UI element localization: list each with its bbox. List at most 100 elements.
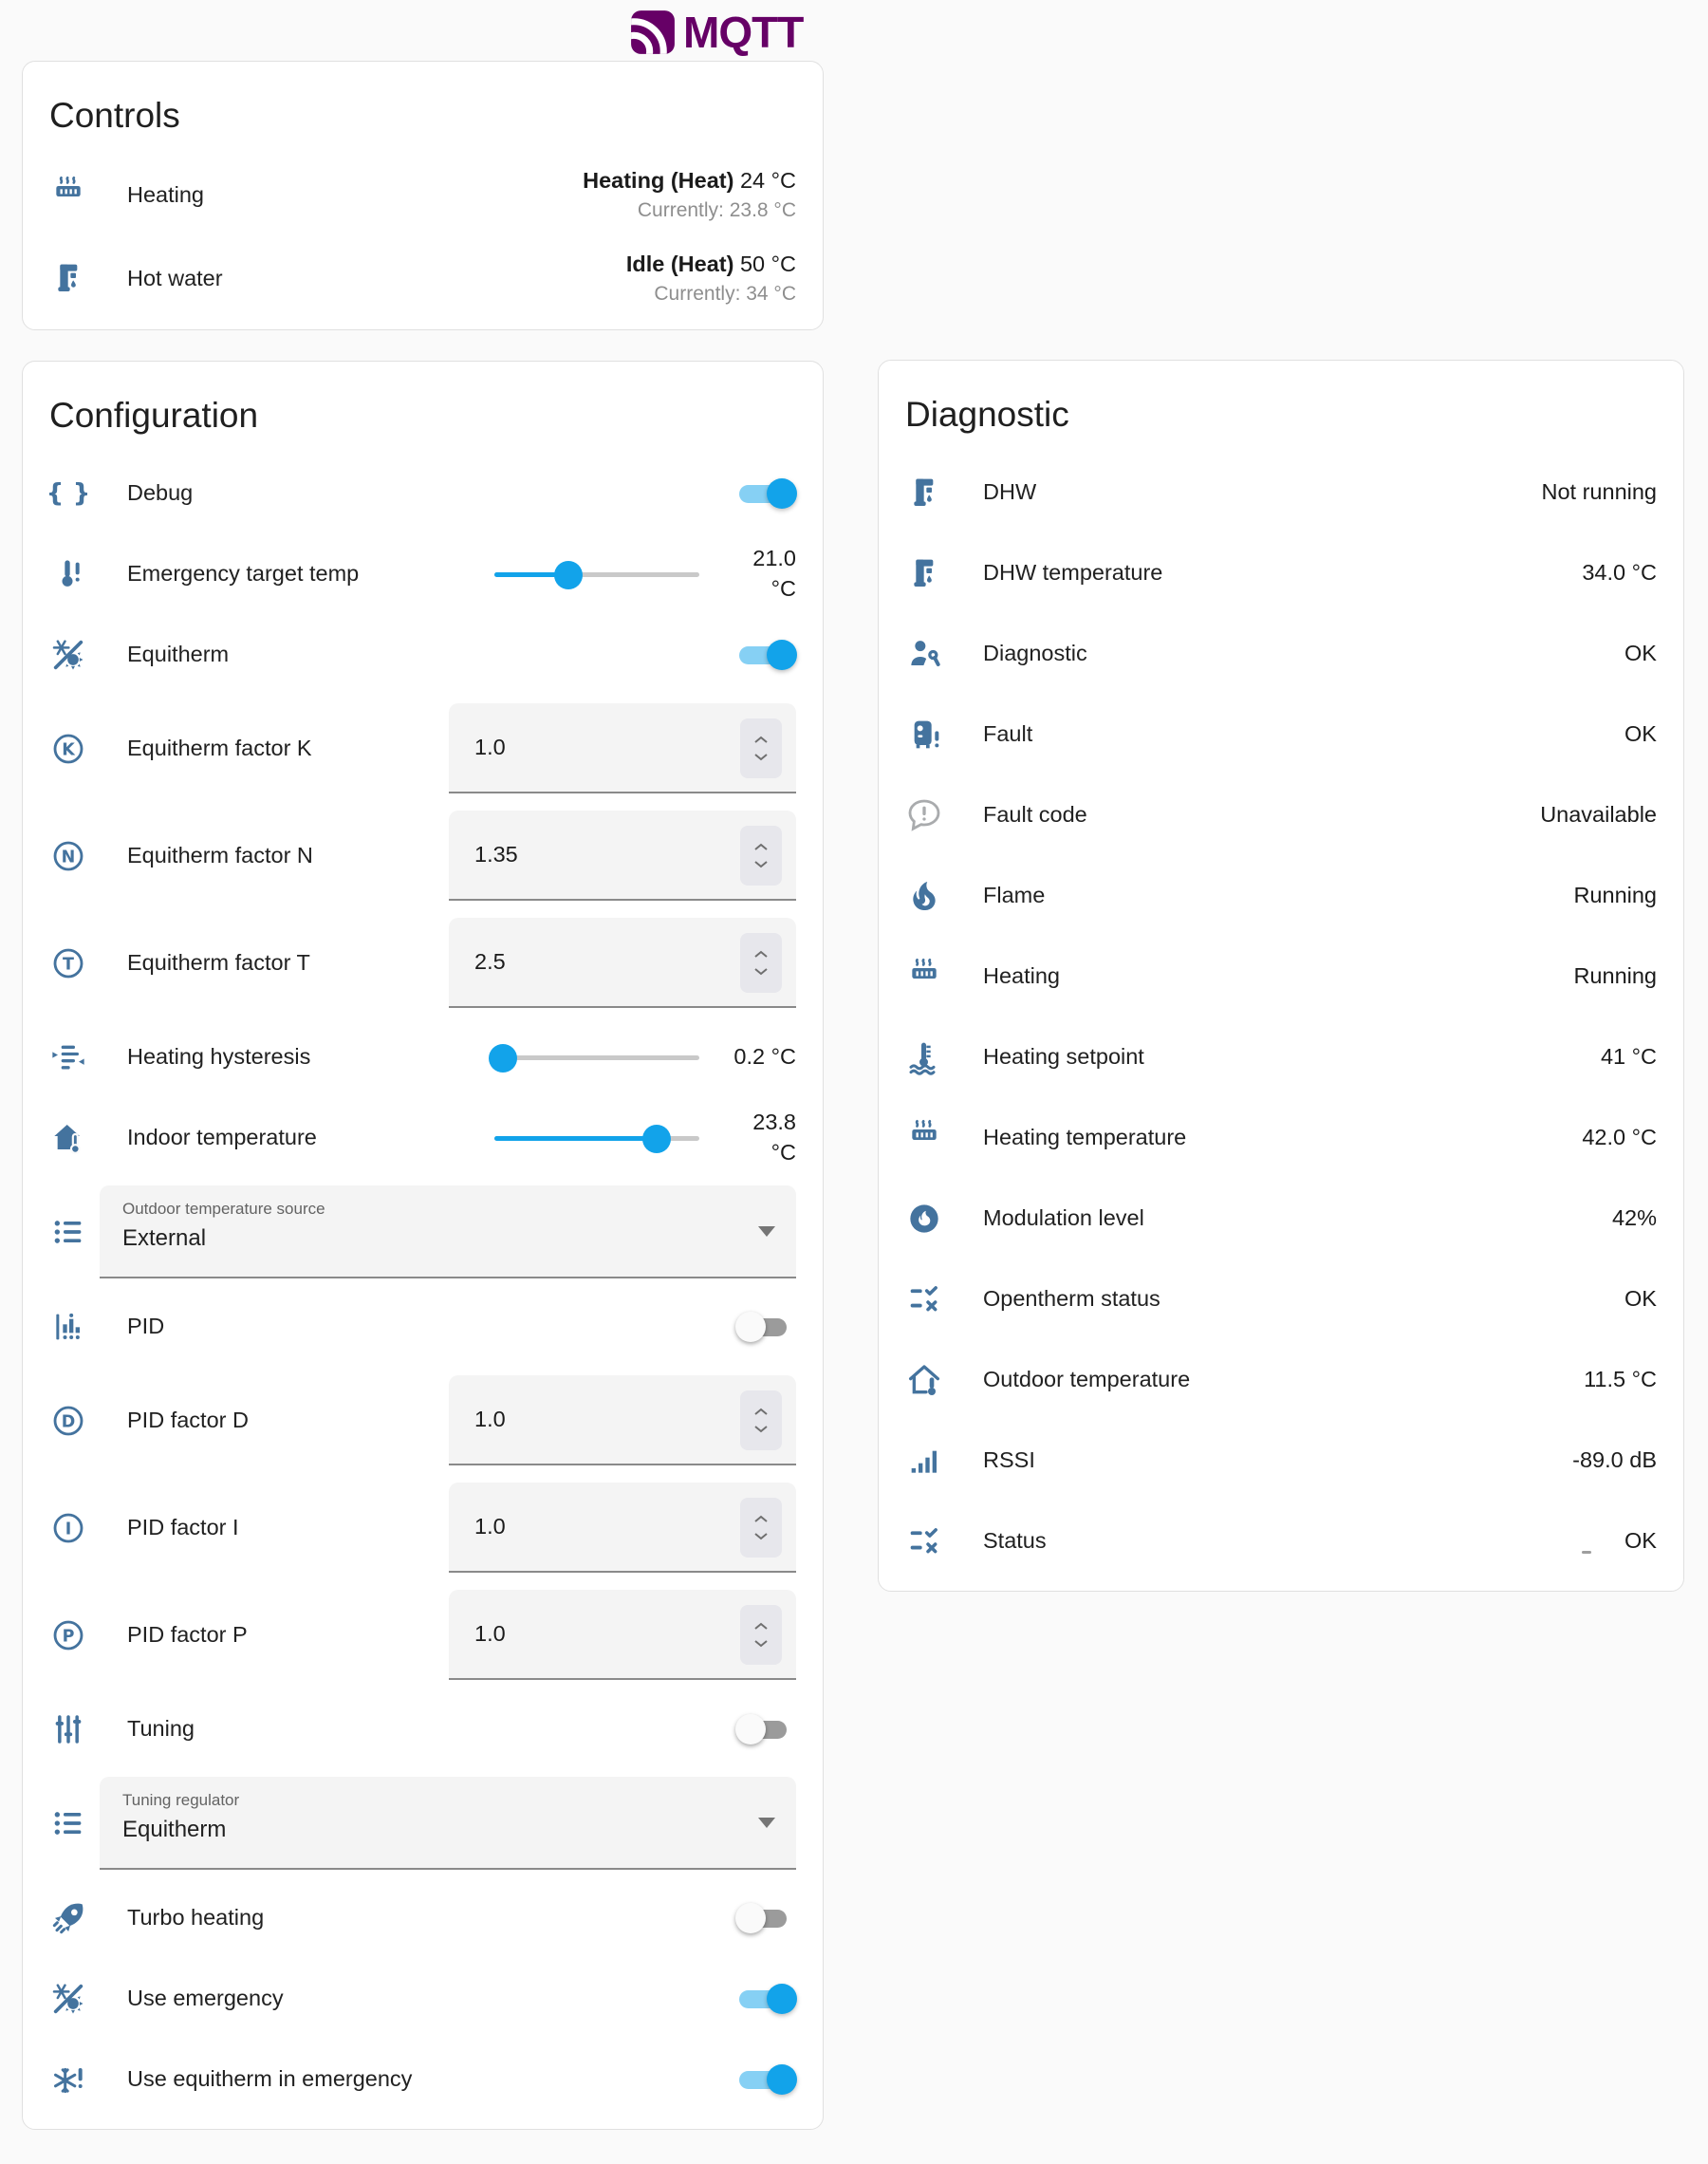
diag-row-diagnostic[interactable]: Diagnostic OK [905,613,1657,694]
left-column: Controls Heating Heating (Heat) 24 °C Cu… [22,61,824,2130]
chevron-down-icon[interactable] [752,1638,770,1649]
chart-bar-icon [49,1308,87,1346]
alpha-d-circle-icon [49,1402,87,1440]
number-value: 1.0 [474,735,506,760]
diagnostic-body: DHW Not running DHW temperature 34.0 °C … [879,452,1683,1591]
diag-label: Modulation level [983,1205,1612,1231]
number-stepper[interactable] [740,1605,782,1665]
account-wrench-icon [905,635,943,673]
diag-row-heating[interactable]: Heating Running [905,936,1657,1017]
slider-thumb[interactable] [554,561,583,589]
diag-row-heating-temperature[interactable]: Heating temperature 42.0 °C [905,1097,1657,1178]
number-stepper[interactable] [740,1390,782,1450]
chevron-up-icon[interactable] [752,735,770,745]
diag-row-rssi[interactable]: RSSI -89.0 dB [905,1420,1657,1501]
diag-row-opentherm-status[interactable]: Opentherm status OK [905,1259,1657,1339]
use-emergency-toggle[interactable] [736,1981,796,2017]
equitherm-factor-n-input[interactable]: 1.35 [449,811,796,901]
chevron-down-icon[interactable] [752,1531,770,1541]
chevron-down-icon[interactable] [752,752,770,762]
diag-row-dhw[interactable]: DHW Not running [905,452,1657,532]
config-row-indoor-temperature: Indoor temperature 23.8 °C [49,1097,796,1178]
outdoor-temperature-source-select[interactable]: Outdoor temperature source External [100,1185,796,1278]
radiator-icon [49,176,87,214]
sun-snowflake-icon [49,1980,87,2018]
sun-snowflake-icon [49,636,87,674]
equitherm-toggle[interactable] [736,637,796,673]
state-secondary: Currently: 23.8 °C [583,197,796,223]
radiator-icon [905,1119,943,1157]
tuning-regulator-select[interactable]: Tuning regulator Equitherm [100,1777,796,1870]
config-row-outdoor-temperature-source: Outdoor temperature source External [49,1178,796,1286]
list-status-icon [905,1522,943,1560]
chevron-down-icon[interactable] [752,859,770,869]
chevron-up-icon[interactable] [752,949,770,960]
control-row-hot-water[interactable]: Hot water Idle (Heat) 50 °C Currently: 3… [49,236,796,320]
pid-factor-p-input[interactable]: 1.0 [449,1590,796,1680]
config-row-equitherm-factor-n: Equitherm factor N 1.35 [49,802,796,909]
number-stepper[interactable] [740,1498,782,1558]
tuning-toggle[interactable] [736,1711,796,1747]
diag-row-status[interactable]: Status OK [905,1501,1657,1581]
slider-track[interactable] [494,1055,699,1060]
chevron-down-icon[interactable] [752,966,770,977]
chevron-down-icon[interactable] [752,1424,770,1434]
pid-factor-d-input[interactable]: 1.0 [449,1375,796,1465]
config-label: PID factor D [127,1408,449,1433]
number-stepper[interactable] [740,718,782,778]
diag-row-heating-setpoint[interactable]: Heating setpoint 41 °C [905,1017,1657,1097]
list-status-icon [905,1280,943,1318]
slider-thumb[interactable] [489,1044,517,1073]
control-state[interactable]: Heating (Heat) 24 °C Currently: 23.8 °C [583,166,796,224]
diag-value: Not running [1542,479,1658,505]
config-row-use-equitherm-in-emergency: Use equitherm in emergency [49,2039,796,2119]
pid-factor-i-input[interactable]: 1.0 [449,1483,796,1573]
diag-row-dhw-temperature[interactable]: DHW temperature 34.0 °C [905,532,1657,613]
config-row-tuning-regulator: Tuning regulator Equitherm [49,1769,796,1877]
tune-vertical-icon [49,1710,87,1748]
config-row-equitherm: Equitherm [49,614,796,695]
chevron-up-icon[interactable] [752,842,770,852]
diag-label: Outdoor temperature [983,1367,1584,1392]
control-state[interactable]: Idle (Heat) 50 °C Currently: 34 °C [626,250,796,308]
chevron-up-icon[interactable] [752,1407,770,1417]
fire-circle-icon [905,1200,943,1238]
diag-row-outdoor-temperature[interactable]: Outdoor temperature 11.5 °C [905,1339,1657,1420]
boiler-alert-icon [905,716,943,754]
use-equitherm-in-emergency-toggle[interactable] [736,2061,796,2098]
number-value: 1.0 [474,1407,506,1432]
number-value: 1.35 [474,842,518,867]
config-row-use-emergency: Use emergency [49,1958,796,2039]
diag-value: -89.0 dB [1572,1447,1657,1473]
slider-thumb[interactable] [642,1125,671,1153]
thermometer-alert-icon [49,555,87,593]
config-row-tuning: Tuning [49,1688,796,1769]
equitherm-factor-t-input[interactable]: 2.5 [449,918,796,1008]
indoor-temperature-slider[interactable] [494,1120,699,1156]
diag-value: 42.0 °C [1582,1125,1657,1150]
diag-row-modulation-level[interactable]: Modulation level 42% [905,1178,1657,1259]
heating-hysteresis-slider[interactable] [494,1039,699,1075]
number-stepper[interactable] [740,933,782,993]
page-header: MQTT [0,0,1708,61]
diag-value: 34.0 °C [1582,560,1657,586]
config-label: Equitherm [127,642,736,667]
emergency-target-temp-slider[interactable] [494,556,699,592]
chevron-up-icon[interactable] [752,1621,770,1632]
diag-value: 11.5 °C [1584,1367,1657,1392]
chevron-up-icon[interactable] [752,1514,770,1524]
pid-toggle[interactable] [736,1309,796,1345]
state-secondary: Currently: 34 °C [626,281,796,307]
diag-value: Unavailable [1540,802,1657,828]
diag-row-fault-code[interactable]: Fault code Unavailable [905,774,1657,855]
equitherm-factor-k-input[interactable]: 1.0 [449,703,796,793]
number-stepper[interactable] [740,826,782,886]
debug-toggle[interactable] [736,476,796,512]
water-tap-icon [49,259,87,297]
turbo-heating-toggle[interactable] [736,1900,796,1936]
diag-value: OK [1624,1286,1657,1312]
control-row-heating[interactable]: Heating Heating (Heat) 24 °C Currently: … [49,153,796,236]
diag-row-fault[interactable]: Fault OK [905,694,1657,774]
diag-row-flame[interactable]: Flame Running [905,855,1657,936]
config-label: Equitherm factor K [127,736,449,761]
